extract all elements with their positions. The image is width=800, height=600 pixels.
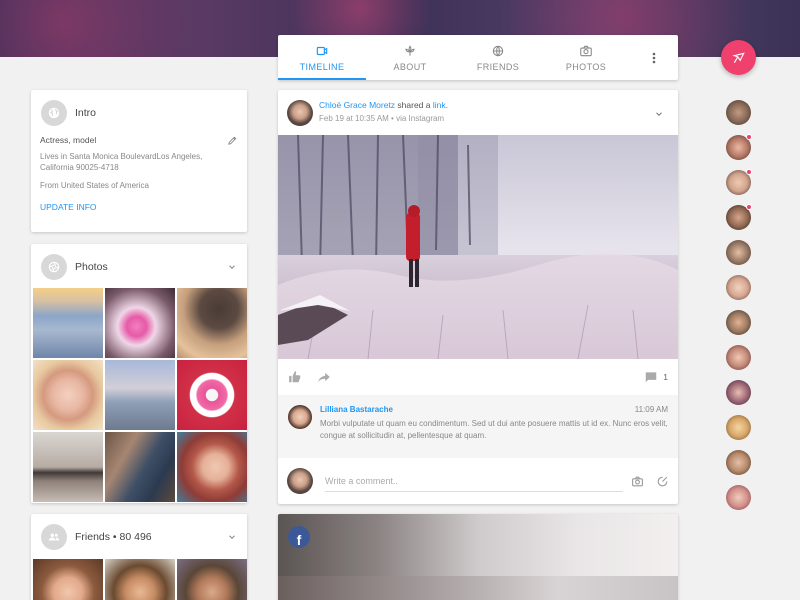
compass-icon	[731, 51, 745, 63]
commenter-name[interactable]: Lilliana Bastarache	[320, 405, 393, 414]
facebook-icon: f	[288, 526, 310, 548]
post-card-2: f	[278, 514, 678, 600]
people-icon	[41, 523, 67, 550]
photos-header: Photos	[31, 244, 247, 289]
compass-fab-button[interactable]	[721, 40, 756, 75]
comment-count: 1	[663, 372, 668, 382]
post-meta: Feb 19 at 10:35 AM • via Instagram	[319, 114, 445, 123]
photo-sunglasses[interactable]	[33, 432, 103, 502]
friends-title: Friends • 80 496	[75, 530, 152, 543]
photo-tea-cup[interactable]	[105, 288, 175, 358]
rail-avatar-5[interactable]	[726, 240, 751, 265]
photos-title: Photos	[75, 260, 108, 273]
chevron-down-icon[interactable]	[227, 262, 237, 272]
rail-avatar-8[interactable]	[726, 345, 751, 370]
about-icon	[405, 44, 415, 56]
tab-label: PHOTOS	[565, 61, 607, 72]
friends-header: Friends • 80 496	[31, 514, 247, 559]
photo-jeans[interactable]	[105, 432, 175, 502]
share-icon[interactable]	[317, 370, 331, 384]
intro-role: Actress, model	[40, 135, 97, 145]
photo-clouds[interactable]	[33, 288, 103, 358]
photo-hat-woman[interactable]	[177, 288, 247, 358]
tab-label: TIMELINE	[299, 61, 345, 72]
comment-input[interactable]	[325, 470, 623, 492]
rail-avatar-7[interactable]	[726, 310, 751, 335]
update-info-link[interactable]: UPDATE INFO	[40, 202, 238, 213]
intro-lives: Lives in Santa Monica BoulevardLos Angel…	[40, 152, 203, 172]
camera-icon	[580, 45, 592, 56]
author-avatar[interactable]	[287, 100, 313, 126]
rail-avatar-6[interactable]	[726, 275, 751, 300]
comment-time: 11:09 AM	[634, 405, 668, 414]
intro-card: Intro Actress, model Lives in Santa Moni…	[31, 90, 247, 232]
photo-portrait-smile[interactable]	[33, 360, 103, 430]
rail-avatar-1[interactable]	[726, 100, 751, 125]
post-link-suffix: .	[445, 100, 449, 110]
notification-dot	[746, 204, 752, 210]
globe-icon	[41, 99, 67, 126]
rail-avatar-2[interactable]	[726, 134, 752, 160]
photo-grid	[32, 288, 247, 502]
post-shared-link[interactable]: link	[433, 100, 446, 110]
rail-avatar-3[interactable]	[726, 169, 752, 195]
current-user-avatar	[287, 468, 313, 494]
commenter-avatar[interactable]	[288, 405, 312, 429]
intro-header: Intro	[31, 90, 247, 135]
comment-item: Lilliana Bastarache 11:09 AM Morbi vulpu…	[278, 395, 678, 458]
friends-card: Friends • 80 496	[31, 514, 247, 600]
post-author-link[interactable]: Chloë Grace Moretz	[319, 100, 395, 110]
friends-icon	[492, 45, 504, 56]
friend-photo-glasses-woman[interactable]	[33, 559, 103, 600]
rail-avatar-10[interactable]	[726, 415, 751, 440]
post-actions: 1	[278, 359, 678, 395]
edit-pencil-icon[interactable]	[227, 135, 238, 146]
rail-avatar-4[interactable]	[726, 204, 752, 230]
post-action-text: shared a	[395, 100, 433, 110]
more-options-button[interactable]	[630, 35, 678, 80]
timeline-icon	[316, 46, 328, 55]
friends-grid	[33, 559, 247, 600]
photo-donut[interactable]	[177, 360, 247, 430]
notification-dot	[746, 134, 752, 140]
chevron-down-icon[interactable]	[654, 109, 664, 119]
photo-beach-person[interactable]	[105, 360, 175, 430]
post-image[interactable]	[278, 135, 678, 359]
write-comment-row	[278, 458, 678, 504]
intro-from: From United States of America	[40, 181, 149, 190]
emoji-icon[interactable]	[656, 475, 669, 488]
post-header: Chloë Grace Moretz shared a link. Feb 19…	[278, 90, 678, 135]
more-vert-icon	[652, 52, 656, 63]
tab-photos[interactable]: PHOTOS	[542, 35, 630, 80]
rail-avatar-11[interactable]	[726, 450, 751, 475]
aperture-icon	[41, 253, 67, 280]
post-image-2-hills	[278, 576, 678, 600]
notification-dot	[746, 169, 752, 175]
tab-label: ABOUT	[393, 61, 427, 72]
thumbs-up-icon[interactable]	[288, 370, 302, 384]
photos-card: Photos	[31, 244, 247, 503]
tab-friends[interactable]: FRIENDS	[454, 35, 542, 80]
comment-icon[interactable]	[644, 370, 658, 384]
photo-redhead[interactable]	[177, 432, 247, 502]
intro-title: Intro	[75, 106, 97, 119]
friend-photo-man-glasses[interactable]	[177, 559, 247, 600]
tab-about[interactable]: ABOUT	[366, 35, 454, 80]
camera-icon[interactable]	[631, 475, 644, 488]
tab-label: FRIENDS	[476, 61, 520, 72]
snow-scene-image	[278, 135, 678, 359]
friend-photo-man-curly[interactable]	[105, 559, 175, 600]
post-card: Chloë Grace Moretz shared a link. Feb 19…	[278, 90, 678, 504]
chevron-down-icon[interactable]	[227, 532, 237, 542]
comment-text: Morbi vulputate ut quam eu condimentum. …	[320, 419, 668, 440]
online-friends-rail	[726, 100, 752, 520]
rail-avatar-12[interactable]	[726, 485, 751, 510]
rail-avatar-9[interactable]	[726, 380, 751, 405]
tab-timeline[interactable]: TIMELINE	[278, 35, 366, 80]
profile-tabs: TIMELINE ABOUT FRIENDS PHOTOS	[278, 35, 678, 80]
